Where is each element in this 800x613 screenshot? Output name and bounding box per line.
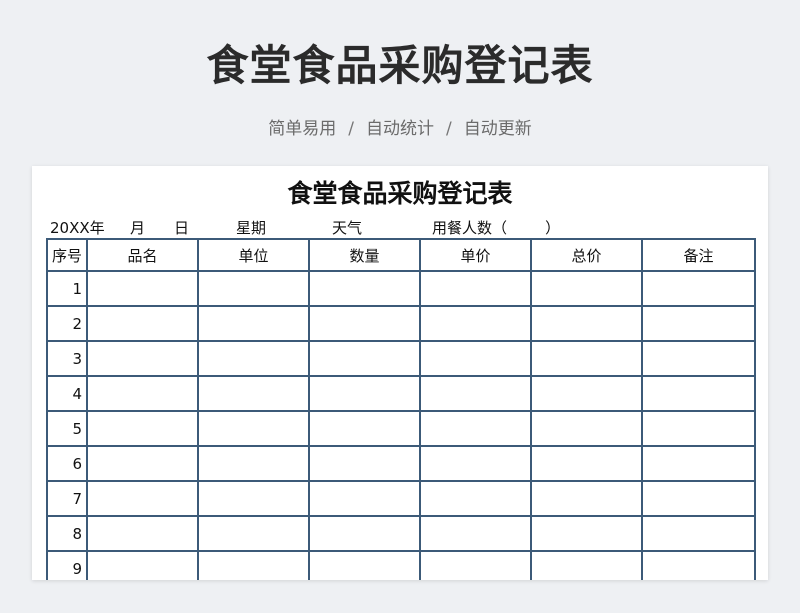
row-number: 2 xyxy=(46,305,88,342)
table-cell xyxy=(308,445,421,482)
table-cell xyxy=(530,305,643,342)
tagline-item: 自动更新 xyxy=(463,119,532,139)
table-cell xyxy=(419,305,532,342)
table-cell xyxy=(641,375,756,412)
table-cell xyxy=(530,410,643,447)
info-weekday: 星期 xyxy=(236,219,267,237)
table-row: 4 xyxy=(46,375,756,412)
table-row: 9 xyxy=(46,550,756,580)
table-row: 8 xyxy=(46,515,756,552)
table-row: 2 xyxy=(46,305,756,342)
table-cell xyxy=(419,375,532,412)
table-cell xyxy=(308,375,421,412)
table-cell xyxy=(197,480,310,517)
tagline-separator: / xyxy=(348,119,354,139)
row-number: 6 xyxy=(46,445,88,482)
row-number: 9 xyxy=(46,550,88,580)
table-cell xyxy=(197,305,310,342)
table-cell xyxy=(308,480,421,517)
table-cell xyxy=(419,340,532,377)
table-cell xyxy=(86,515,199,552)
table-cell xyxy=(197,270,310,307)
table-cell xyxy=(86,480,199,517)
table-cell xyxy=(530,550,643,580)
row-number: 8 xyxy=(46,515,88,552)
table-cell xyxy=(530,480,643,517)
table-row: 1 xyxy=(46,270,756,307)
column-header: 数量 xyxy=(308,238,421,272)
info-diners: 用餐人数（ ） xyxy=(432,219,561,237)
sheet-title: 食堂食品采购登记表 xyxy=(287,179,513,208)
row-number: 5 xyxy=(46,410,88,447)
table-cell xyxy=(86,445,199,482)
info-month: 月 xyxy=(130,219,146,237)
table-cell xyxy=(641,270,756,307)
row-number: 4 xyxy=(46,375,88,412)
info-day: 日 xyxy=(174,219,190,237)
info-weather: 天气 xyxy=(332,219,363,237)
column-header: 品名 xyxy=(86,238,199,272)
table-cell xyxy=(308,305,421,342)
table-cell xyxy=(419,480,532,517)
table-cell xyxy=(641,445,756,482)
table-cell xyxy=(419,270,532,307)
row-number: 3 xyxy=(46,340,88,377)
table-cell xyxy=(641,480,756,517)
table-cell xyxy=(419,515,532,552)
purchase-table: 序号 品名 单位 数量 单价 总价 备注 123456789 xyxy=(46,238,756,580)
info-year: 20XX年 xyxy=(50,219,105,237)
table-cell xyxy=(308,340,421,377)
table-cell xyxy=(86,305,199,342)
spreadsheet-preview: 食堂食品采购登记表 20XX年 月 日 星期 天气 用餐人数（ ） 序号 品名 … xyxy=(32,166,768,580)
table-cell xyxy=(641,410,756,447)
table-cell xyxy=(86,375,199,412)
tagline-item: 自动统计 xyxy=(366,119,434,139)
table-cell xyxy=(197,445,310,482)
info-row: 20XX年 月 日 星期 天气 用餐人数（ ） xyxy=(50,217,560,237)
table-cell xyxy=(308,550,421,580)
table-cell xyxy=(419,550,532,580)
tagline-item: 简单易用 xyxy=(268,119,337,139)
table-cell xyxy=(197,410,310,447)
table-cell xyxy=(197,375,310,412)
column-header: 单价 xyxy=(419,238,532,272)
table-cell xyxy=(530,340,643,377)
tagline-separator: / xyxy=(446,119,452,139)
table-cell xyxy=(197,515,310,552)
column-header: 单位 xyxy=(197,238,310,272)
tagline: 简单易用 / 自动统计 / 自动更新 xyxy=(0,114,800,139)
table-cell xyxy=(86,410,199,447)
row-number: 1 xyxy=(46,270,88,307)
column-header: 总价 xyxy=(530,238,643,272)
page-title: 食堂食品采购登记表 xyxy=(206,41,594,90)
table-cell xyxy=(641,550,756,580)
table-row: 6 xyxy=(46,445,756,482)
table-header-row: 序号 品名 单位 数量 单价 总价 备注 xyxy=(46,238,756,272)
table-cell xyxy=(530,515,643,552)
table-cell xyxy=(530,375,643,412)
table-row: 7 xyxy=(46,480,756,517)
table-row: 3 xyxy=(46,340,756,377)
table-cell xyxy=(530,445,643,482)
table-cell xyxy=(308,410,421,447)
table-cell xyxy=(641,305,756,342)
table-cell xyxy=(308,515,421,552)
table-row: 5 xyxy=(46,410,756,447)
table-cell xyxy=(308,270,421,307)
table-cell xyxy=(197,340,310,377)
table-cell xyxy=(86,550,199,580)
column-header: 序号 xyxy=(46,238,88,272)
table-cell xyxy=(419,410,532,447)
table-cell xyxy=(86,270,199,307)
column-header: 备注 xyxy=(641,238,756,272)
table-cell xyxy=(197,550,310,580)
table-cell xyxy=(530,270,643,307)
table-cell xyxy=(641,340,756,377)
row-number: 7 xyxy=(46,480,88,517)
table-cell xyxy=(419,445,532,482)
table-cell xyxy=(641,515,756,552)
table-cell xyxy=(86,340,199,377)
